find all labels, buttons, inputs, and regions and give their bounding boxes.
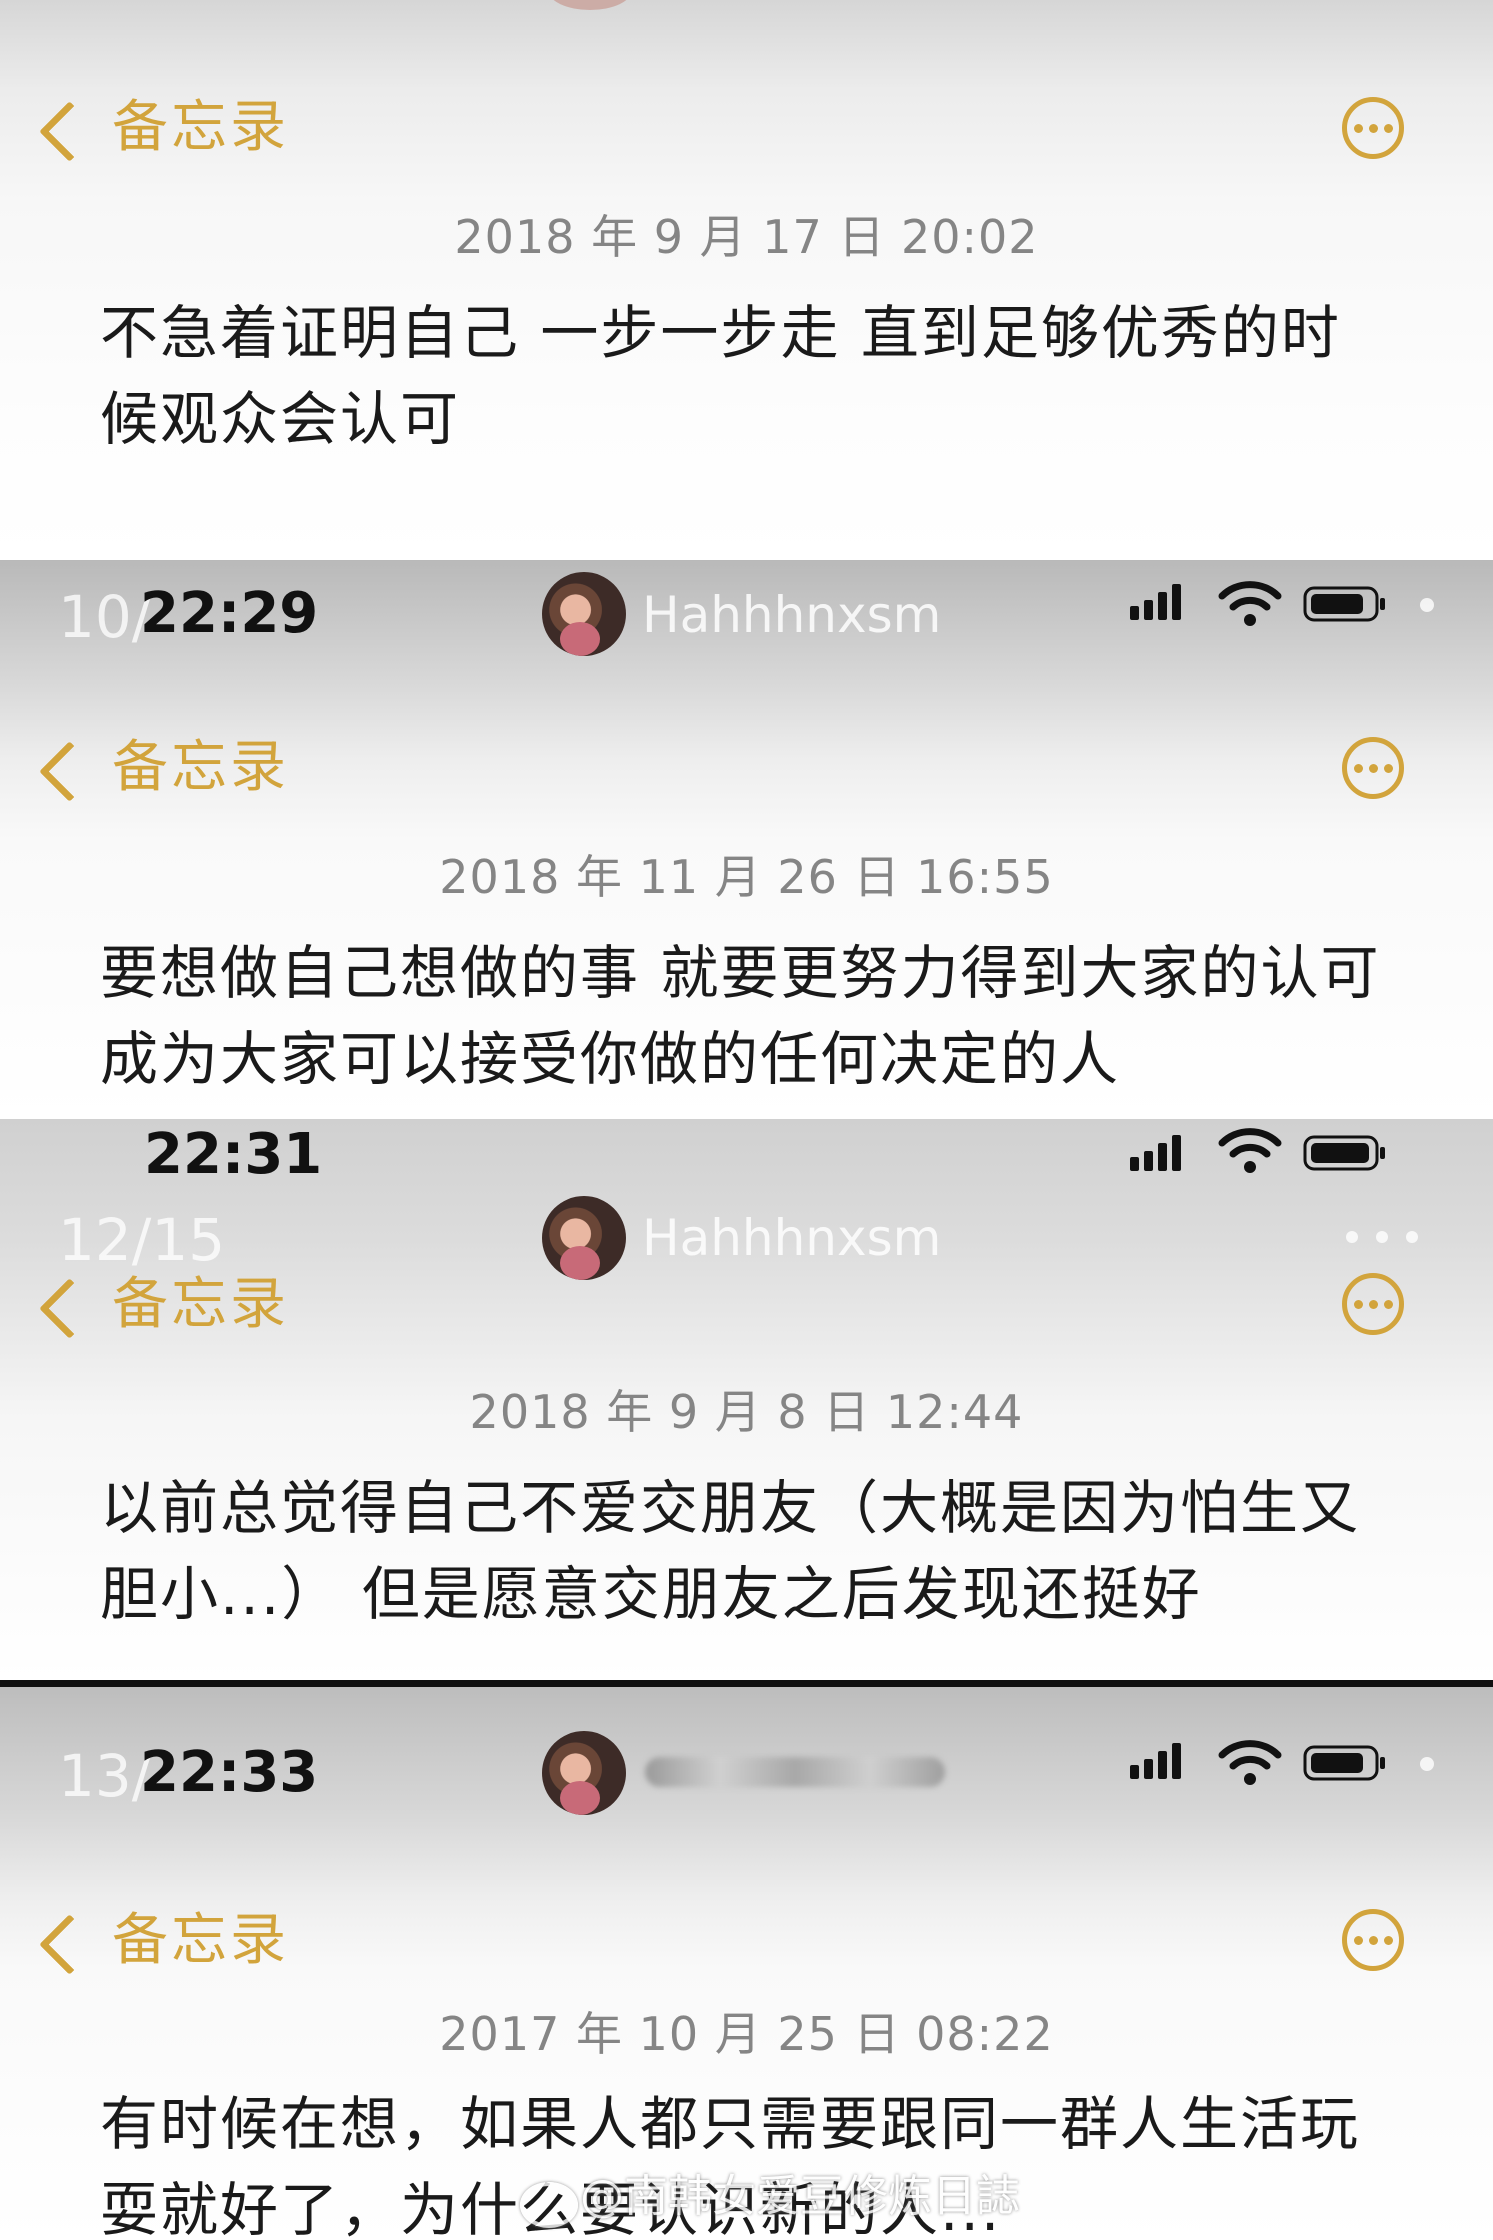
note-date: 2018 年 11 月 26 日 16:55 <box>439 850 1054 904</box>
page-indicator: 13/ <box>58 1742 152 1810</box>
page-dots <box>1346 1231 1418 1243</box>
more-options-icon[interactable] <box>1342 97 1404 159</box>
username-blurred <box>645 1757 945 1787</box>
battery-icon <box>1303 586 1385 622</box>
page-indicator: 12/15 <box>58 1206 226 1274</box>
chevron-left-icon[interactable] <box>39 101 100 162</box>
note-text-line[interactable]: 要想做自己想做的事 就要更努力得到大家的认可 <box>100 930 1430 1016</box>
avatar <box>542 1196 626 1280</box>
back-button[interactable]: 备忘录 <box>112 100 289 156</box>
note-date: 2017 年 10 月 25 日 08:22 <box>439 2007 1054 2061</box>
note-text-line[interactable]: 不急着证明自己 一步一步走 直到足够优秀的时 <box>100 290 1430 376</box>
note-screenshot-2: 10/ 22:29 Hahhhnxsm 备忘录 2018 年 11 月 26 日… <box>0 560 1493 1119</box>
divider <box>0 1680 1493 1687</box>
battery-icon <box>1303 1135 1385 1171</box>
note-text-line[interactable]: 候观众会认可 <box>100 376 1430 462</box>
more-options-icon[interactable] <box>1342 1273 1404 1335</box>
status-time: 22:33 <box>140 1740 319 1805</box>
cellular-signal-icon <box>1130 1131 1181 1171</box>
avatar <box>548 0 632 10</box>
status-time: 22:29 <box>140 581 319 646</box>
avatar <box>542 1731 626 1815</box>
note-text-line[interactable]: 有时候在想，如果人都只需要跟同一群人生活玩 <box>100 2081 1430 2167</box>
chevron-left-icon[interactable] <box>39 741 100 802</box>
back-button[interactable]: 备忘录 <box>112 1913 289 1969</box>
note-text-line[interactable]: 胆小...） 但是愿意交朋友之后发现还挺好 <box>100 1551 1430 1637</box>
avatar <box>542 572 626 656</box>
note-text-line[interactable]: 以前总觉得自己不爱交朋友（大概是因为怕生又 <box>100 1465 1430 1551</box>
chevron-left-icon[interactable] <box>39 1278 100 1339</box>
back-button[interactable]: 备忘录 <box>112 1277 289 1333</box>
note-screenshot-4: 13/ 22:33 备忘录 2017 年 10 月 25 日 08:22 有时候… <box>0 1687 1493 2240</box>
wifi-icon <box>1218 581 1282 626</box>
wifi-icon <box>1218 1128 1282 1173</box>
more-options-icon[interactable] <box>1342 1909 1404 1971</box>
battery-icon <box>1303 1745 1385 1781</box>
wifi-icon <box>1218 1740 1282 1785</box>
more-options-icon[interactable] <box>1342 737 1404 799</box>
chevron-left-icon[interactable] <box>39 1914 100 1975</box>
page-indicator: 10/ <box>58 583 152 651</box>
note-date: 2018 年 9 月 17 日 20:02 <box>454 210 1039 264</box>
weibo-logo-icon <box>520 2182 578 2228</box>
cellular-signal-icon <box>1130 1739 1181 1779</box>
back-button[interactable]: 备忘录 <box>112 740 289 796</box>
username: Hahhhnxsm <box>642 1209 942 1267</box>
note-screenshot-1: 备忘录 2018 年 9 月 17 日 20:02 不急着证明自己 一步一步走 … <box>0 0 1493 560</box>
note-text-line[interactable]: 成为大家可以接受你做的任何决定的人 <box>100 1016 1430 1102</box>
username: Hahhhnxsm <box>642 586 942 644</box>
note-date: 2018 年 9 月 8 日 12:44 <box>469 1385 1024 1439</box>
cellular-signal-icon <box>1130 580 1181 620</box>
note-screenshot-3: 22:31 12/15 Hahhhnxsm 备忘录 2018 年 9 月 8 日… <box>0 1119 1493 1680</box>
watermark: @南韩女爱豆修炼日誌 <box>580 2171 1020 2222</box>
status-time: 22:31 <box>144 1122 323 1187</box>
